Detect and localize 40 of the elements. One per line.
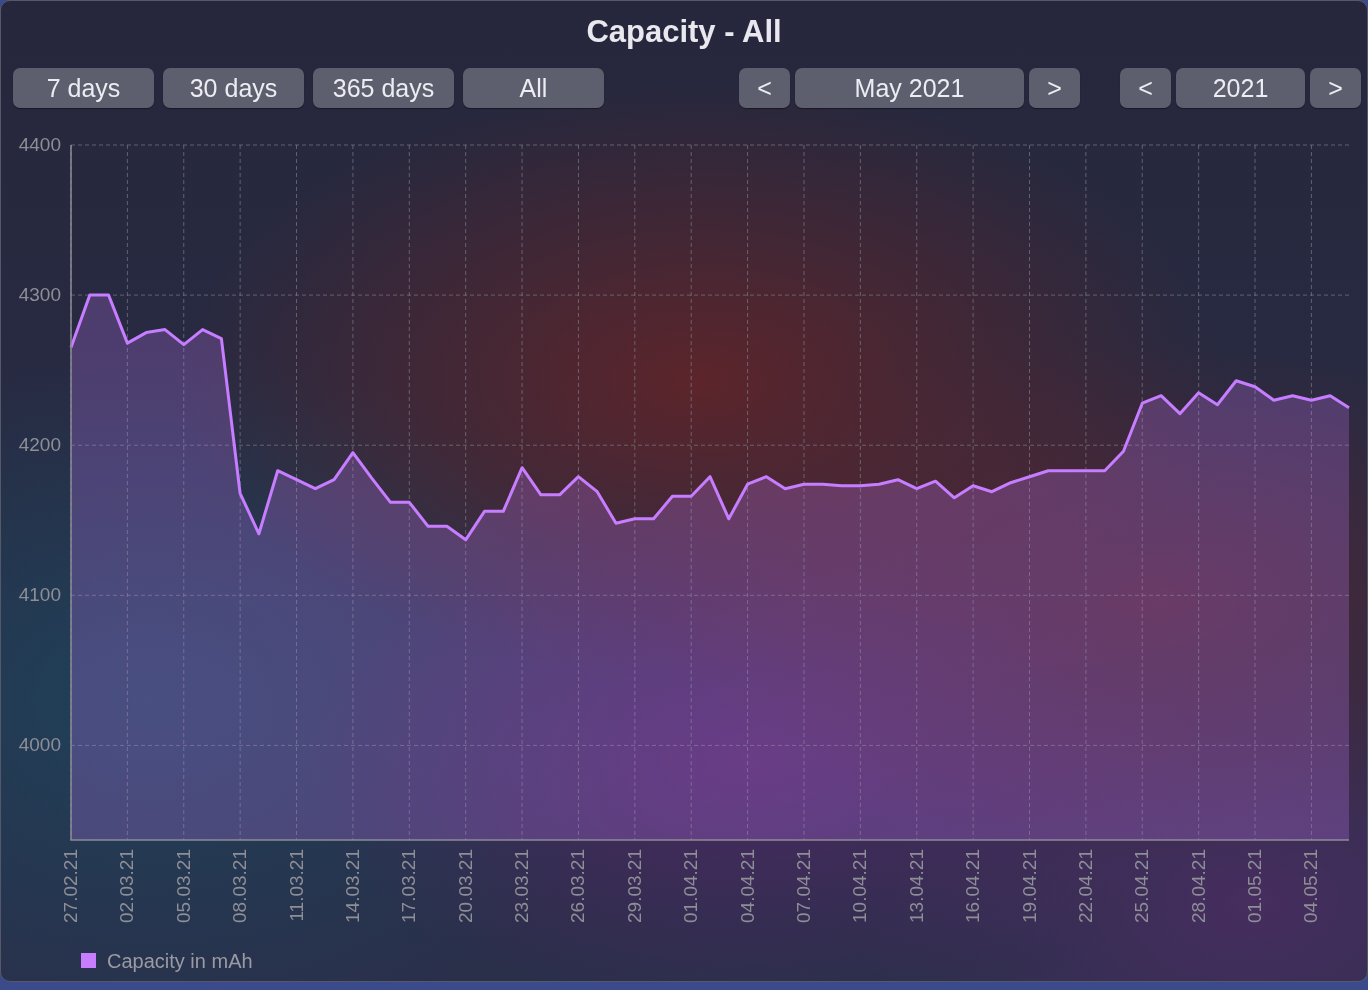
previous-button[interactable]: < <box>1120 68 1171 108</box>
axis-label: 19.04.21 <box>1018 849 1040 923</box>
axis-label: 10.04.21 <box>849 849 871 923</box>
window-title: Capacity - All <box>585 13 783 51</box>
range-button[interactable]: 365 days <box>313 68 454 108</box>
range-button[interactable]: 30 days <box>163 68 304 108</box>
range-button[interactable]: 7 days <box>13 68 154 108</box>
axis-label: 01.05.21 <box>1244 849 1266 923</box>
axis-label: 01.04.21 <box>680 849 702 923</box>
axis-label: 4200 <box>18 434 61 456</box>
axis-label: 4400 <box>18 134 61 155</box>
axis-label: 02.03.21 <box>116 849 138 923</box>
axis-label: 16.04.21 <box>962 849 984 923</box>
axis-label: 17.03.21 <box>398 849 420 923</box>
axis-label: 23.03.21 <box>511 849 533 923</box>
axis-label: 27.02.21 <box>60 849 81 923</box>
axis-label: 4300 <box>18 284 61 306</box>
axis-label: 08.03.21 <box>229 849 251 923</box>
axis-label: 4000 <box>18 734 61 756</box>
axis-label: 29.03.21 <box>623 849 645 923</box>
axis-label: 13.04.21 <box>905 849 927 923</box>
axis-label: 22.04.21 <box>1074 849 1096 923</box>
next-button[interactable]: > <box>1310 68 1361 108</box>
previous-button[interactable]: < <box>739 68 790 108</box>
axis-label: 14.03.21 <box>341 849 363 923</box>
range-button[interactable]: All <box>463 68 604 108</box>
axis-label: 05.03.21 <box>172 849 194 923</box>
axis-label: 07.04.21 <box>792 849 814 923</box>
axis-label: 28.04.21 <box>1187 849 1209 923</box>
legend-label: Capacity in mAh <box>107 950 253 972</box>
axis-label: 4100 <box>18 584 61 606</box>
axis-label: 20.03.21 <box>454 849 476 923</box>
next-button[interactable]: > <box>1029 68 1080 108</box>
month-button[interactable]: May 2021 <box>795 68 1024 108</box>
axis-label: 25.04.21 <box>1131 849 1153 923</box>
axis-label: 26.03.21 <box>567 849 589 923</box>
axis-label: 11.03.21 <box>285 849 307 922</box>
axis-label: 04.04.21 <box>736 849 758 923</box>
axis-label: 04.05.21 <box>1300 849 1322 923</box>
year-button[interactable]: 2021 <box>1176 68 1305 108</box>
